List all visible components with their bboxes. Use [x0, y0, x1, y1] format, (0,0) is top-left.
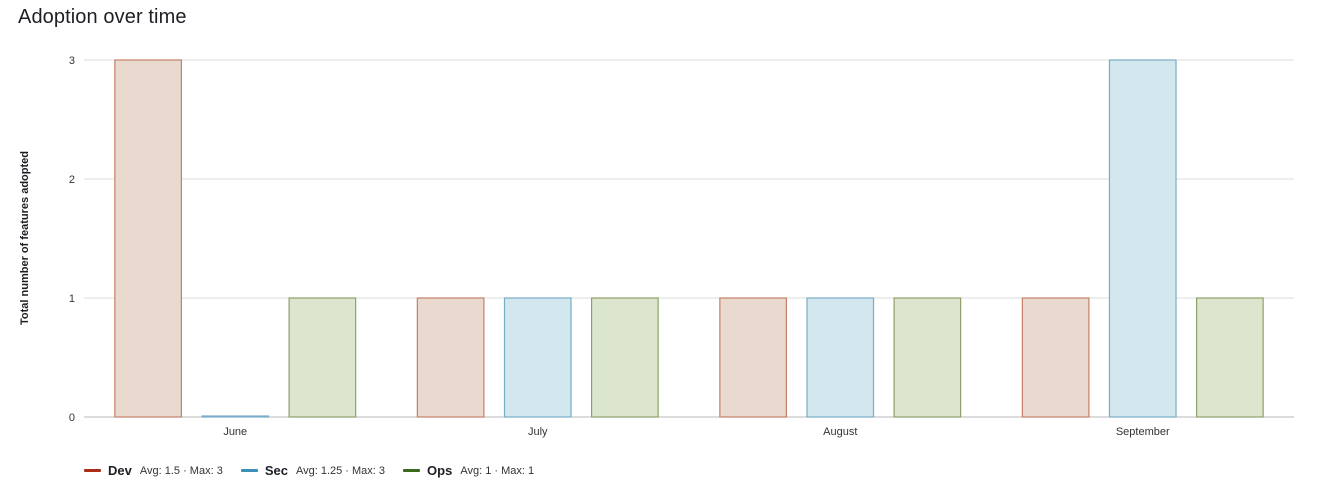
- x-tick-label: September: [1116, 426, 1170, 438]
- bar-sec-september[interactable]: [1108, 59, 1177, 418]
- legend-stats: Avg: 1 · Max: 1: [460, 464, 535, 477]
- legend-item-dev[interactable]: Dev Avg: 1.5 · Max: 3: [84, 463, 223, 478]
- bars: [114, 59, 1264, 418]
- legend-stats: Avg: 1.25 · Max: 3: [295, 464, 386, 477]
- legend-item-ops[interactable]: Ops Avg: 1 · Max: 1: [403, 463, 534, 478]
- y-tick-label: 2: [69, 174, 75, 186]
- bar-sec-july[interactable]: [503, 297, 572, 418]
- bar-ops-july[interactable]: [590, 297, 659, 418]
- bar-ops-june[interactable]: [288, 297, 357, 418]
- x-tick-label: July: [528, 426, 548, 438]
- bar-sec-june[interactable]: [201, 415, 270, 418]
- legend: Dev Avg: 1.5 · Max: 3 Sec Avg: 1.25 · Ma…: [84, 463, 552, 478]
- legend-swatch-dev: [84, 469, 101, 472]
- y-tick-label: 3: [69, 55, 75, 67]
- y-tick-label: 1: [69, 293, 75, 305]
- legend-name: Ops: [427, 463, 453, 478]
- bar-ops-september[interactable]: [1195, 297, 1264, 418]
- y-tick-label: 0: [69, 412, 75, 424]
- legend-item-sec[interactable]: Sec Avg: 1.25 · Max: 3: [240, 463, 386, 478]
- legend-name: Dev: [108, 463, 132, 478]
- bar-dev-august[interactable]: [719, 297, 788, 418]
- x-tick-label: June: [223, 426, 247, 438]
- adoption-bar-chart: 0 1 2 3 June July August September Total number…: [19, 55, 1294, 438]
- y-axis-label: Total number of features adopted: [19, 151, 31, 325]
- legend-swatch-ops: [403, 469, 421, 472]
- bar-dev-july[interactable]: [416, 297, 485, 418]
- legend-name: Sec: [264, 463, 288, 478]
- x-tick-label: August: [823, 426, 857, 438]
- bar-sec-august[interactable]: [806, 297, 875, 418]
- bar-ops-august[interactable]: [893, 297, 962, 418]
- bar-dev-september[interactable]: [1021, 297, 1090, 418]
- bar-dev-june[interactable]: [114, 59, 183, 418]
- legend-swatch-sec: [240, 469, 258, 472]
- legend-stats: Avg: 1.5 · Max: 3: [139, 464, 223, 477]
